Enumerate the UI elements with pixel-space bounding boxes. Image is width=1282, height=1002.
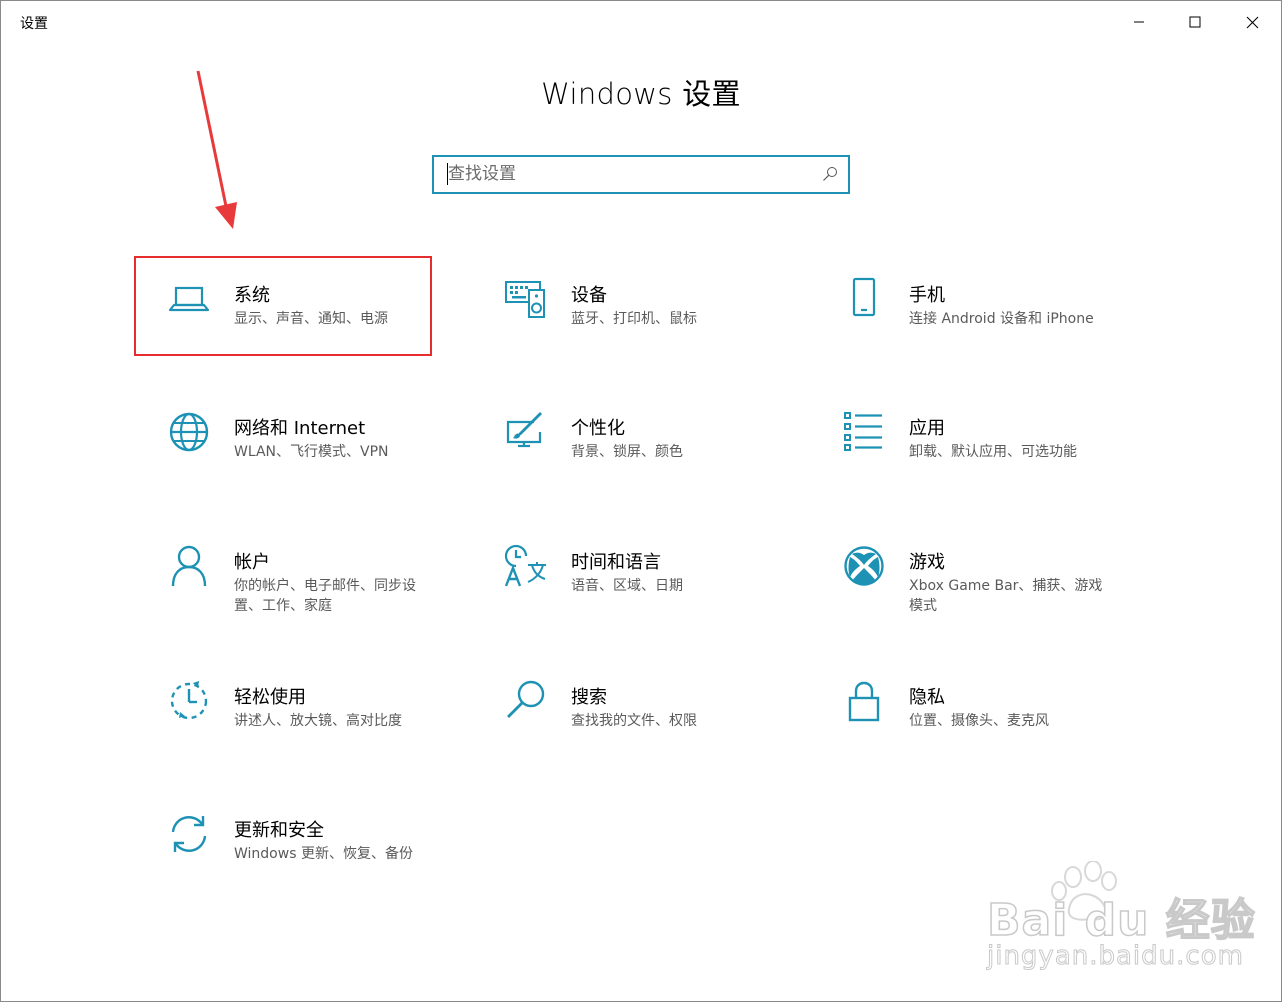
watermark-brand: Bai du 经验 bbox=[986, 894, 1256, 947]
close-icon bbox=[1246, 16, 1258, 28]
tile-accounts[interactable]: 帐户 你的帐户、电子邮件、同步设置、工作、家庭 bbox=[139, 526, 429, 621]
xbox-icon bbox=[844, 546, 884, 586]
tile-label: 设备 bbox=[571, 285, 607, 306]
paint-icon bbox=[506, 412, 542, 448]
tile-time-language[interactable]: 时间和语言 语音、区域、日期 bbox=[476, 526, 766, 621]
sync-icon bbox=[171, 816, 207, 852]
tile-label: 网络和 Internet bbox=[234, 418, 366, 439]
time-language-icon bbox=[504, 544, 546, 587]
tile-label: 隐私 bbox=[909, 687, 945, 708]
search-icon bbox=[507, 680, 545, 718]
tile-gaming[interactable]: 游戏 Xbox Game Bar、捕获、游戏模式 bbox=[814, 526, 1104, 621]
tile-desc: 卸载、默认应用、可选功能 bbox=[909, 444, 1077, 460]
tile-label: 游戏 bbox=[909, 552, 945, 573]
tile-label: 更新和安全 bbox=[234, 820, 324, 841]
ease-of-access-icon bbox=[170, 681, 208, 720]
tile-label: 个性化 bbox=[571, 418, 625, 439]
tile-desc: 你的帐户、电子邮件、同步设置、工作、家庭 bbox=[234, 578, 416, 614]
annotation-arrow-icon bbox=[196, 70, 237, 229]
tile-desc: 背景、锁屏、颜色 bbox=[571, 444, 683, 460]
tile-desc: 语音、区域、日期 bbox=[571, 578, 683, 594]
tile-desc: 位置、摄像头、麦克风 bbox=[909, 713, 1049, 729]
tile-ease-of-access[interactable]: 轻松使用 讲述人、放大镜、高对比度 bbox=[139, 661, 429, 756]
lock-icon bbox=[848, 681, 880, 722]
annotation-highlight-box bbox=[134, 256, 432, 356]
app-title: 设置 bbox=[20, 16, 48, 32]
search-input[interactable] bbox=[448, 161, 818, 187]
tile-desc: Windows 更新、恢复、备份 bbox=[234, 846, 413, 862]
person-icon bbox=[171, 545, 207, 587]
search-box[interactable] bbox=[432, 155, 850, 194]
tile-label: 应用 bbox=[909, 418, 945, 439]
minimize-icon bbox=[1134, 21, 1144, 23]
tile-devices[interactable]: 设备 蓝牙、打印机、鼠标 bbox=[476, 259, 766, 354]
tile-label: 搜索 bbox=[571, 687, 607, 708]
search-icon[interactable] bbox=[822, 166, 838, 182]
tile-desc: 连接 Android 设备和 iPhone bbox=[909, 311, 1094, 327]
text-caret bbox=[447, 163, 448, 185]
tile-desc: 蓝牙、打印机、鼠标 bbox=[571, 311, 697, 327]
tile-phone[interactable]: 手机 连接 Android 设备和 iPhone bbox=[814, 259, 1104, 354]
tile-apps[interactable]: 应用 卸载、默认应用、可选功能 bbox=[814, 392, 1104, 487]
tile-label: 手机 bbox=[909, 285, 945, 306]
tile-desc: 讲述人、放大镜、高对比度 bbox=[234, 713, 402, 729]
tile-label: 时间和语言 bbox=[571, 552, 661, 573]
tile-personalization[interactable]: 个性化 背景、锁屏、颜色 bbox=[476, 392, 766, 487]
close-button[interactable] bbox=[1229, 1, 1275, 43]
settings-window: 设置 Windows 设置 查找设置 系统 显示、声音、通知、电源 设备 蓝牙、… bbox=[0, 0, 1282, 1002]
globe-icon bbox=[169, 412, 209, 452]
apps-list-icon bbox=[844, 412, 882, 451]
minimize-button[interactable] bbox=[1116, 1, 1162, 43]
tile-privacy[interactable]: 隐私 位置、摄像头、麦克风 bbox=[814, 661, 1104, 756]
tile-network[interactable]: 网络和 Internet WLAN、飞行模式、VPN bbox=[139, 392, 429, 487]
watermark-url: jingyan.baidu.com bbox=[987, 941, 1244, 972]
title-bar[interactable]: 设置 bbox=[1, 1, 1281, 43]
tile-label: 轻松使用 bbox=[234, 687, 306, 708]
tile-label: 帐户 bbox=[234, 552, 270, 573]
maximize-button[interactable] bbox=[1172, 1, 1218, 43]
devices-icon bbox=[505, 281, 545, 318]
tile-search[interactable]: 搜索 查找我的文件、权限 bbox=[476, 661, 766, 756]
tile-desc: 查找我的文件、权限 bbox=[571, 713, 697, 729]
maximize-icon bbox=[1189, 16, 1201, 28]
tile-update-security[interactable]: 更新和安全 Windows 更新、恢复、备份 bbox=[139, 794, 429, 889]
phone-icon bbox=[852, 277, 876, 317]
tile-desc: WLAN、飞行模式、VPN bbox=[234, 444, 389, 460]
tile-desc: Xbox Game Bar、捕获、游戏模式 bbox=[909, 578, 1103, 614]
